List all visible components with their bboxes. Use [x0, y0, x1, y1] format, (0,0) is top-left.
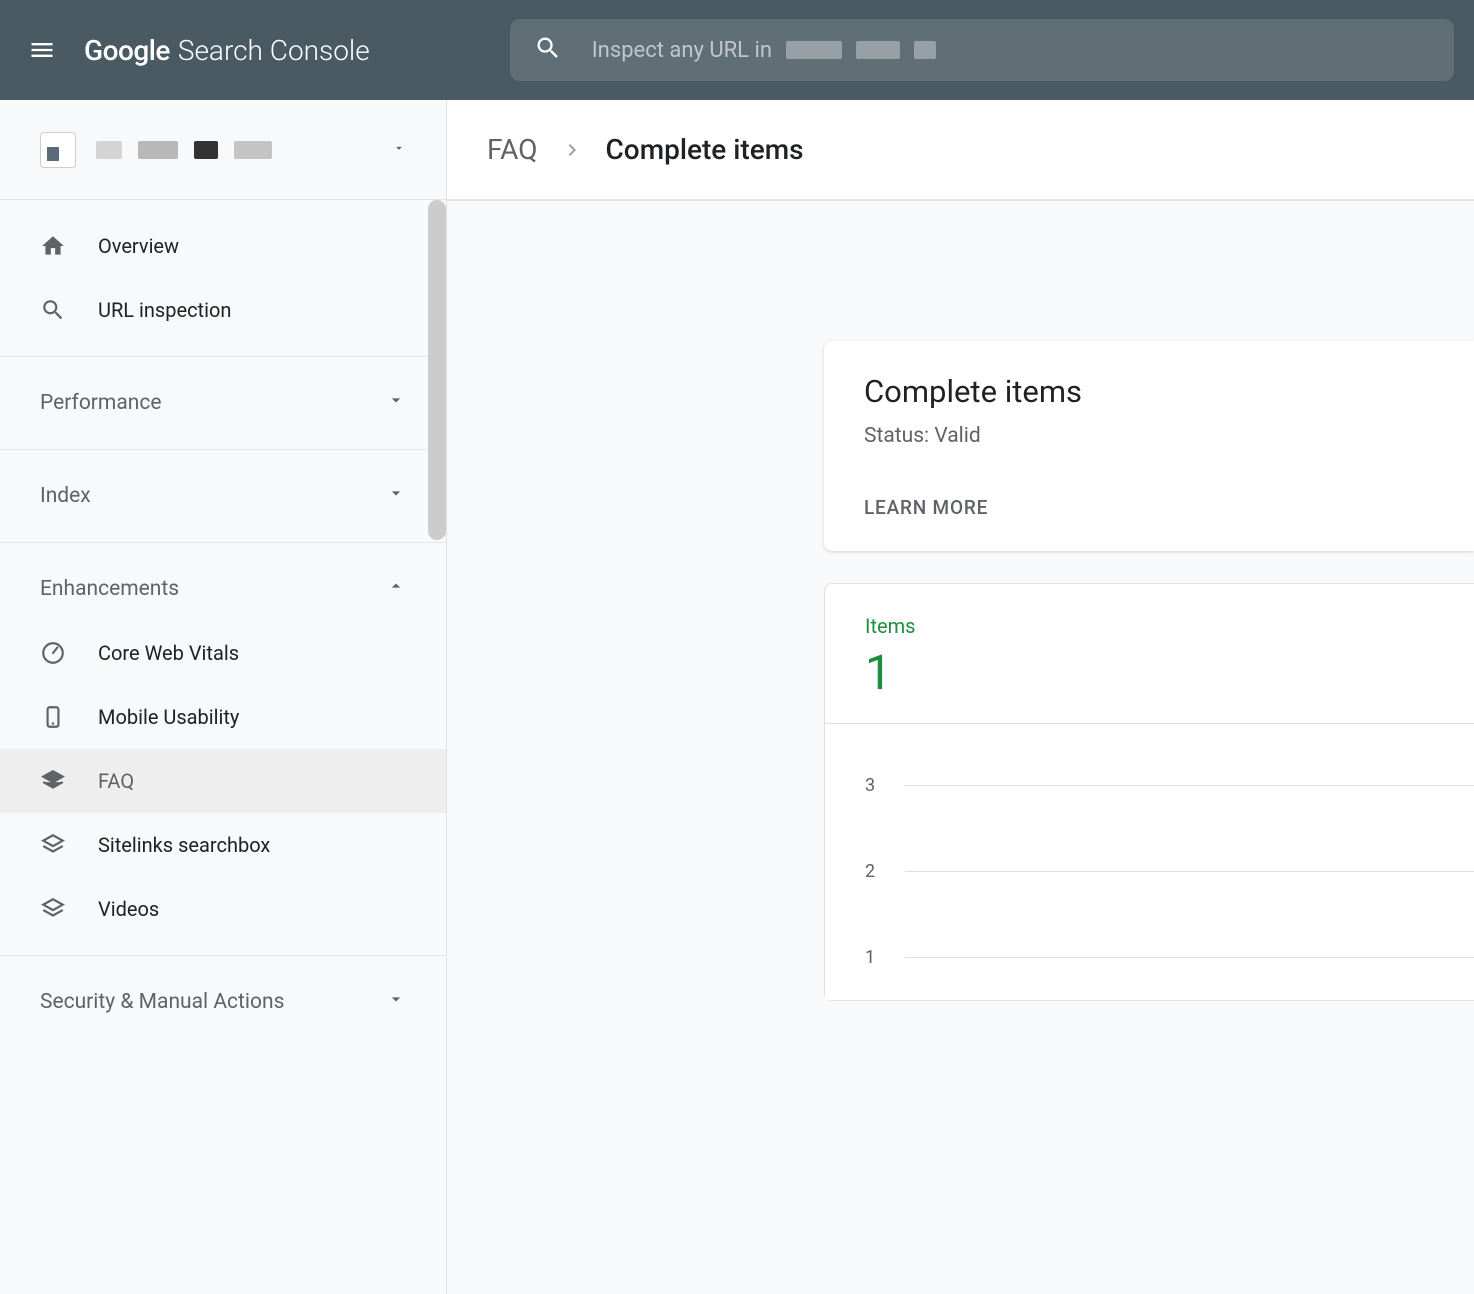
home-icon [40, 233, 66, 259]
sidebar-item-label: FAQ [98, 769, 134, 793]
sidebar-scrollbar[interactable] [428, 200, 446, 540]
logo-product-text: Search Console [178, 34, 370, 67]
property-name-redacted [96, 141, 272, 159]
gridline [905, 785, 1474, 786]
section-security[interactable]: Security & Manual Actions [0, 970, 446, 1034]
gridline [905, 871, 1474, 872]
sidebar-item-videos[interactable]: Videos [0, 877, 446, 941]
y-tick: 1 [865, 947, 895, 968]
speed-icon [40, 640, 66, 666]
sidebar-item-label: Videos [98, 897, 159, 921]
chevron-up-icon [386, 576, 406, 602]
property-selector[interactable] [0, 100, 446, 200]
sidebar-item-faq[interactable]: FAQ [0, 749, 446, 813]
breadcrumb-parent[interactable]: FAQ [487, 133, 538, 166]
redacted-text [786, 41, 842, 59]
sidebar-item-url-inspection[interactable]: URL inspection [0, 278, 446, 342]
section-label: Enhancements [40, 577, 179, 601]
sidebar-item-label: Core Web Vitals [98, 641, 239, 665]
sidebar-item-label: URL inspection [98, 298, 231, 322]
items-chart-card: Items 1 3 2 1 [824, 583, 1474, 1001]
sidebar-item-overview[interactable]: Overview [0, 214, 446, 278]
sidebar-item-label: Overview [98, 234, 179, 258]
section-label: Index [40, 484, 91, 508]
sidebar-item-label: Sitelinks searchbox [98, 833, 270, 857]
top-bar: Google Search Console Inspect any URL in [0, 0, 1474, 100]
app-logo: Google Search Console [84, 34, 370, 67]
section-label: Performance [40, 391, 161, 415]
status-card-status: Status: Valid [864, 424, 1474, 448]
dropdown-icon [392, 140, 406, 159]
section-index[interactable]: Index [0, 464, 446, 528]
sidebar-item-sitelinks-searchbox[interactable]: Sitelinks searchbox [0, 813, 446, 877]
breadcrumb: FAQ Complete items [447, 100, 1474, 200]
status-card-title: Complete items [864, 373, 1474, 410]
learn-more-link[interactable]: LEARN MORE [864, 496, 1474, 519]
items-chart: 3 2 1 [825, 724, 1474, 1000]
hamburger-icon [28, 36, 56, 64]
layers-icon [40, 768, 66, 794]
chevron-right-icon [560, 138, 584, 162]
search-placeholder: Inspect any URL in [592, 38, 936, 63]
main-content: FAQ Complete items Complete items Status… [447, 100, 1474, 1294]
redacted-text [914, 41, 936, 59]
sidebar-item-core-web-vitals[interactable]: Core Web Vitals [0, 621, 446, 685]
layers-icon [40, 832, 66, 858]
items-count: 1 [865, 644, 1434, 701]
items-label: Items [865, 614, 1434, 638]
breadcrumb-current: Complete items [606, 133, 804, 166]
menu-button[interactable] [20, 28, 64, 72]
section-performance[interactable]: Performance [0, 371, 446, 435]
logo-google-text: Google [84, 34, 170, 67]
layers-icon [40, 896, 66, 922]
section-label: Security & Manual Actions [40, 990, 284, 1014]
smartphone-icon [40, 704, 66, 730]
sidebar-item-label: Mobile Usability [98, 705, 239, 729]
property-favicon [40, 132, 76, 168]
sidebar: Overview URL inspection Performance Inde… [0, 100, 447, 1294]
redacted-text [856, 41, 900, 59]
gridline [905, 957, 1474, 958]
chevron-down-icon [386, 483, 406, 509]
sidebar-item-mobile-usability[interactable]: Mobile Usability [0, 685, 446, 749]
chevron-down-icon [386, 989, 406, 1015]
section-enhancements[interactable]: Enhancements [0, 557, 446, 621]
url-inspect-search[interactable]: Inspect any URL in [510, 19, 1454, 81]
y-tick: 2 [865, 861, 895, 882]
chevron-down-icon [386, 390, 406, 416]
status-card: Complete items Status: Valid LEARN MORE [824, 341, 1474, 551]
search-icon [534, 34, 562, 66]
y-tick: 3 [865, 775, 895, 796]
content-area: Complete items Status: Valid LEARN MORE … [447, 200, 1474, 1294]
search-icon [40, 297, 66, 323]
